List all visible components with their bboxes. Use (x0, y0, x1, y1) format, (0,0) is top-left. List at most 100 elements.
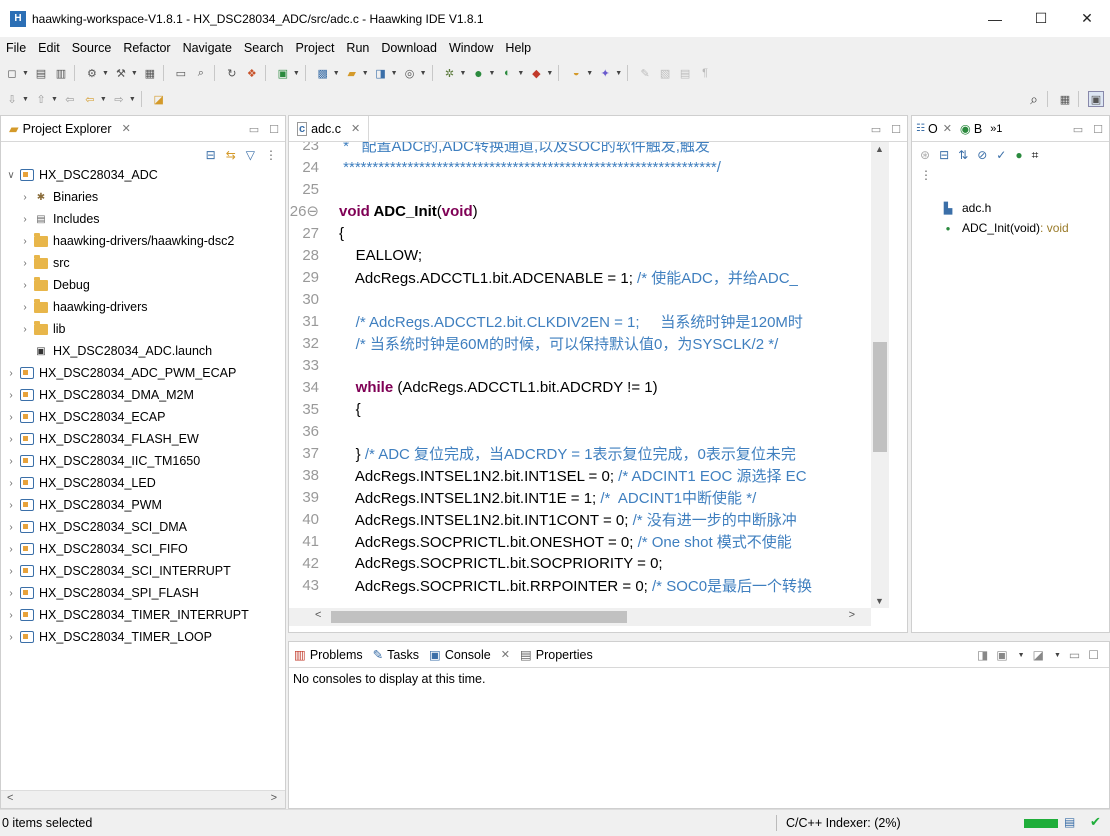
block-icon[interactable]: ▧ (657, 65, 673, 81)
menu-project[interactable]: Project (290, 41, 341, 55)
code-line[interactable]: 24 *************************************… (289, 156, 871, 178)
vscroll-thumb[interactable] (873, 342, 887, 452)
close-tab-icon[interactable]: ✕ (351, 122, 360, 135)
tree-item[interactable]: › HX_DSC28034_TIMER_INTERRUPT (1, 604, 285, 626)
scroll-right-icon[interactable]: > (849, 609, 855, 621)
tab-build-targets[interactable]: ◉ B (956, 116, 986, 142)
collapse-all-icon[interactable]: ⊟ (206, 148, 216, 162)
save-all-icon[interactable]: ▥ (53, 65, 69, 81)
new-project-icon[interactable]: ▩ (315, 65, 331, 81)
chevron-right-icon[interactable]: › (5, 588, 17, 599)
chevron-right-icon[interactable]: › (5, 632, 17, 643)
minimize-button-2[interactable]: — (972, 0, 1018, 37)
open-console-icon[interactable]: ▣ (275, 65, 291, 81)
chevron-right-icon[interactable]: › (5, 566, 17, 577)
editor-vscrollbar[interactable]: ▲ ▼ (871, 142, 889, 608)
code-line[interactable]: 42 AdcRegs.SOCPRICTL.bit.SOCPRIORITY = 0… (289, 552, 871, 574)
toggle-icon[interactable]: ▤ (677, 65, 693, 81)
chevron-right-icon[interactable]: › (19, 214, 31, 225)
tree-item[interactable]: › src (1, 252, 285, 274)
new-folder-icon[interactable]: ▰ (344, 65, 360, 81)
tree-item[interactable]: › ✱ Binaries (1, 186, 285, 208)
coverage-icon[interactable]: ◐ (499, 65, 515, 81)
green-dot-icon[interactable]: ● (1015, 148, 1022, 163)
tree-item[interactable]: › Debug (1, 274, 285, 296)
chevron-right-icon[interactable]: › (5, 522, 17, 533)
view-menu-icon[interactable]: ⋮ (265, 148, 277, 162)
tree-item[interactable]: › haawking-drivers (1, 296, 285, 318)
chevron-right-icon[interactable]: › (19, 236, 31, 247)
scroll-up-icon[interactable]: ▲ (875, 144, 884, 154)
hide-nonpublic-icon[interactable]: ✓ (996, 148, 1006, 163)
code-line[interactable]: 23 * 配置ADC的,ADC转换通道,以及SOC的软件触发,触发 (289, 142, 871, 156)
close-tab-icon[interactable]: ✕ (501, 648, 510, 661)
outline-item[interactable]: ▙ adc.h (940, 198, 1110, 218)
menu-edit[interactable]: Edit (32, 41, 66, 55)
grid-icon[interactable]: ⌗ (1032, 148, 1039, 163)
tree-item[interactable]: › lib (1, 318, 285, 340)
explorer-hscrollbar[interactable]: < > (1, 790, 285, 808)
scroll-down-icon[interactable]: ▼ (875, 596, 884, 606)
minimize-view-icon[interactable]: ▭ (249, 123, 259, 136)
progress-view-icon[interactable]: ▤ (1064, 815, 1075, 829)
chevron-right-icon[interactable]: › (5, 500, 17, 511)
code-line[interactable]: 37 } /* ADC 复位完成，当ADCRDY = 1表示复位完成，0表示复位… (289, 442, 871, 464)
link-editor-icon[interactable]: ⇆ (226, 148, 236, 162)
menu-download[interactable]: Download (375, 41, 443, 55)
tree-item[interactable]: ▣ HX_DSC28034_ADC.launch (1, 340, 285, 362)
prev-annotation-icon[interactable]: ⇧ (33, 91, 49, 107)
view-menu-icon[interactable]: ⋮ (920, 168, 932, 182)
chevron-right-icon[interactable]: › (5, 478, 17, 489)
tree-item[interactable]: › HX_DSC28034_TIMER_LOOP (1, 626, 285, 648)
tree-item[interactable]: › HX_DSC28034_PWM (1, 494, 285, 516)
chevron-right-icon[interactable]: › (5, 412, 17, 423)
tab-outline[interactable]: ☷ O ✕ (912, 116, 956, 142)
cpp-perspective-icon[interactable]: ▣ (1088, 91, 1104, 107)
minimize-view-icon[interactable]: ▭ (1069, 648, 1080, 662)
code-line[interactable]: 30 (289, 288, 871, 310)
maximize-button-2[interactable]: ☐ (1018, 0, 1064, 37)
close-tab-icon[interactable]: ✕ (943, 122, 952, 135)
external-tools-icon[interactable]: ◆ (528, 65, 544, 81)
tab-tasks[interactable]: ✎ Tasks (368, 642, 424, 668)
code-line[interactable]: 39 AdcRegs.INTSEL1N2.bit.INT1E = 1; /* A… (289, 486, 871, 508)
menu-navigate[interactable]: Navigate (177, 41, 238, 55)
hscroll-thumb[interactable] (331, 611, 627, 623)
maximize-view-icon[interactable]: ☐ (1093, 123, 1103, 136)
pilcrow-icon[interactable]: ¶ (697, 65, 713, 81)
chevron-right-icon[interactable]: › (19, 258, 31, 269)
code-line[interactable]: 40 AdcRegs.INTSEL1N2.bit.INT1CONT = 0; /… (289, 508, 871, 530)
tree-item[interactable]: › haawking-drivers/haawking-dsc2 (1, 230, 285, 252)
code-line[interactable]: 38 AdcRegs.INTSEL1N2.bit.INT1SEL = 0; /*… (289, 464, 871, 486)
chevron-right-icon[interactable]: › (5, 610, 17, 621)
chevron-down-icon[interactable]: ∨ (5, 170, 17, 181)
outline-item[interactable]: ● ADC_Init(void) : void (940, 218, 1110, 238)
chevron-right-icon[interactable]: › (5, 544, 17, 555)
chevron-right-icon[interactable]: › (5, 456, 17, 467)
menu-file[interactable]: File (0, 41, 32, 55)
code-line[interactable]: 32 /* 当系统时钟是60M的时候，可以保持默认值0，为SYSCLK/2 */ (289, 332, 871, 354)
code-line[interactable]: 36 (289, 420, 871, 442)
more-views-button[interactable]: »1 (986, 116, 1006, 142)
refresh-icon[interactable]: ↻ (224, 65, 240, 81)
chevron-right-icon[interactable]: › (5, 434, 17, 445)
binary-icon[interactable]: ▦ (142, 65, 158, 81)
new-class-icon[interactable]: ◨ (373, 65, 389, 81)
status-check-icon[interactable]: ✔ (1090, 814, 1101, 830)
display-console-icon[interactable]: ▣ (996, 648, 1007, 662)
open-console-icon[interactable]: ◪ (1033, 648, 1044, 662)
code-line[interactable]: 43 AdcRegs.SOCPRICTL.bit.RRPOINTER = 0; … (289, 574, 871, 596)
terminal-icon[interactable]: ▭ (173, 65, 189, 81)
collapse-all-icon[interactable]: ⊟ (939, 148, 949, 163)
tree-item[interactable]: ∨ HX_DSC28034_ADC (1, 164, 285, 186)
menu-run[interactable]: Run (340, 41, 375, 55)
search-tool-icon[interactable]: ⌕ (193, 65, 209, 81)
maximize-view-icon[interactable]: ☐ (1088, 648, 1099, 662)
tree-item[interactable]: › ▤ Includes (1, 208, 285, 230)
build-icon[interactable]: ⚒ (113, 65, 129, 81)
code-line[interactable]: 26⊖ void ADC_Init(void) (289, 200, 871, 222)
chevron-right-icon[interactable]: › (19, 280, 31, 291)
tree-item[interactable]: › HX_DSC28034_SCI_FIFO (1, 538, 285, 560)
menu-search[interactable]: Search (238, 41, 290, 55)
open-perspective-icon[interactable]: ▦ (1057, 91, 1073, 107)
